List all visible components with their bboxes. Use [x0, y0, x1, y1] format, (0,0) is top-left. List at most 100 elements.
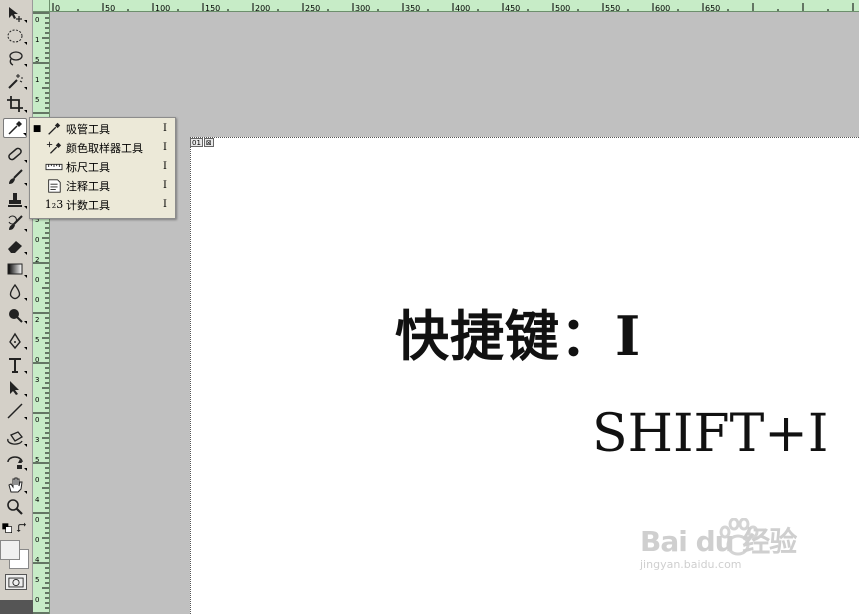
swap-colors-button[interactable] [16, 518, 28, 538]
zoom-tool-button[interactable] [3, 497, 27, 517]
gradient-icon [7, 263, 23, 275]
3d-orbit-icon [7, 456, 23, 469]
flyout-item-label: 颜色取样器工具 [66, 141, 143, 155]
tools-panel [0, 0, 33, 614]
flyout-item-label: 计数工具 [66, 198, 110, 212]
history-brush-icon [8, 215, 23, 230]
toolbar-footer [0, 600, 33, 614]
note-icon [48, 178, 61, 193]
ruler-label: 3 [35, 376, 39, 384]
ruler-label: 500 [555, 4, 570, 12]
horizontal-ruler[interactable]: 0 50 100 150 200 250 300 350 400 450 500 550 600 650 [50, 0, 859, 12]
eraser-tool-button[interactable] [3, 236, 27, 256]
magic-wand-tool-button[interactable] [3, 71, 27, 91]
ruler-label: 5 [35, 336, 39, 344]
default-colors-icon [2, 523, 12, 533]
ruler-label: 550 [605, 4, 620, 12]
ruler-label: 0 [55, 4, 60, 12]
ruler-label: 0 [35, 236, 39, 244]
blur-icon [9, 283, 21, 300]
shortcut-heading: 快捷键：I [395, 304, 642, 368]
ruler-label: 200 [255, 4, 270, 12]
crop-icon [7, 96, 23, 112]
ruler-label: 5 [35, 576, 39, 584]
ruler-label: 4 [35, 496, 40, 504]
horizontal-ruler-ticks: 0 50 100 150 200 250 300 350 400 450 500 550 600 650 [52, 3, 854, 12]
flyout-item-ruler[interactable]: 标尺工具 I [30, 157, 175, 176]
stamp-tool-button[interactable] [3, 190, 27, 210]
count-icon-glyph: 1₂3 [44, 198, 64, 211]
ruler-label: 350 [405, 4, 420, 12]
path-selection-tool-button[interactable] [3, 378, 27, 398]
eyedropper-tool-button[interactable] [3, 118, 27, 138]
blur-tool-button[interactable] [3, 282, 27, 302]
close-icon[interactable]: ⊠ [203, 138, 214, 147]
ruler-label: 5 [35, 456, 39, 464]
eyedropper-flyout-menu: ■ 吸管工具 I 颜色取样器工具 I 标尺工具 I 注释工具 I 1₂3 计数工… [29, 117, 176, 219]
flyout-item-shortcut: I [163, 142, 167, 153]
ruler-label: 150 [205, 4, 220, 12]
ruler-label: 0 [35, 596, 39, 604]
color-sampler-icon [46, 141, 62, 154]
flyout-item-shortcut: I [163, 123, 167, 134]
ruler-icon [45, 163, 63, 170]
ruler-label: 600 [655, 4, 670, 12]
ruler-label: 0 [35, 276, 39, 284]
flyout-item-label: 注释工具 [66, 179, 110, 193]
default-colors-button[interactable] [1, 518, 13, 538]
ruler-label: 4 [35, 556, 40, 564]
eyedropper-icon [8, 121, 22, 135]
ruler-label: 2 [35, 316, 39, 324]
gradient-tool-button[interactable] [3, 259, 27, 279]
ruler-label: 0 [35, 536, 39, 544]
ruler-label: 0 [35, 416, 39, 424]
move-tool-button[interactable] [3, 4, 27, 24]
brush-icon [9, 169, 23, 184]
flyout-item-shortcut: I [163, 161, 167, 172]
hand-tool-button[interactable] [3, 475, 27, 495]
ruler-label: 0 [35, 476, 39, 484]
ruler-label: 50 [105, 4, 115, 12]
crop-tool-button[interactable] [3, 94, 27, 114]
ruler-label: 300 [355, 4, 370, 12]
ruler-label: 250 [305, 4, 320, 12]
pen-icon [9, 332, 21, 350]
shortcut-alt-text: SHIFT+I [592, 404, 829, 464]
pen-tool-button[interactable] [3, 331, 27, 351]
healing-brush-tool-button[interactable] [3, 144, 27, 164]
type-icon [9, 358, 21, 373]
foreground-color-swatch[interactable] [0, 540, 20, 560]
swap-arrow-icon [16, 522, 26, 532]
3d-rotate-tool-button[interactable] [3, 428, 27, 448]
dodge-tool-button[interactable] [3, 305, 27, 325]
count-icon: 1₂3 [44, 197, 64, 213]
flyout-item-eyedropper[interactable]: ■ 吸管工具 I [30, 119, 175, 138]
ruler-origin[interactable] [33, 0, 50, 12]
ruler-label: 0 [35, 356, 39, 364]
marquee-tool-button[interactable] [3, 26, 27, 46]
flyout-item-color-sampler[interactable]: 颜色取样器工具 I [30, 138, 175, 157]
flyout-item-count[interactable]: 1₂3 计数工具 I [30, 195, 175, 214]
ruler-label: 450 [505, 4, 520, 12]
ruler-label: 0 [35, 516, 39, 524]
vertical-ruler[interactable]: 015150100150200250300350400450 [33, 12, 50, 614]
vertical-ruler-ticks: 015150100150200250300350400450 [33, 12, 49, 614]
line-tool-button[interactable] [3, 401, 27, 421]
lasso-tool-button[interactable] [3, 48, 27, 68]
eraser-icon [8, 241, 22, 253]
ruler-label: 5 [35, 96, 39, 104]
quick-mask-button[interactable] [5, 574, 27, 590]
ruler-label: 2 [35, 256, 39, 264]
magic-wand-icon [8, 74, 23, 89]
brush-tool-button[interactable] [3, 167, 27, 187]
ruler-label: 1 [35, 36, 39, 44]
history-brush-tool-button[interactable] [3, 213, 27, 233]
eyedropper-icon [48, 122, 61, 135]
zoom-icon [7, 499, 23, 515]
flyout-item-note[interactable]: 注释工具 I [30, 176, 175, 195]
type-tool-button[interactable] [3, 355, 27, 375]
baidu-watermark: Bai du 经验 jingyan.baidu.com [640, 520, 797, 571]
move-icon [9, 7, 22, 22]
ruler-label: 400 [455, 4, 470, 12]
3d-orbit-tool-button[interactable] [3, 452, 27, 472]
